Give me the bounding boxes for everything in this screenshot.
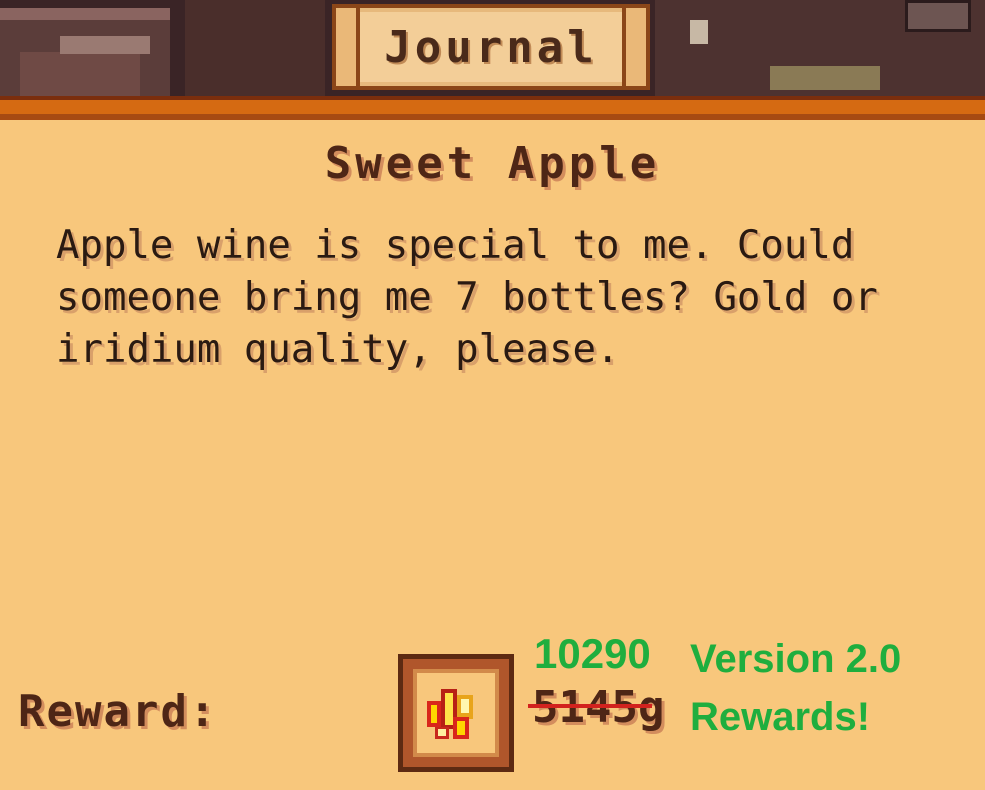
- building-center: [185, 0, 325, 96]
- journal-title-scroll: Journal: [332, 4, 650, 90]
- panel-top-border: [0, 96, 985, 120]
- journal-title: Journal: [384, 22, 598, 73]
- building-wall: [20, 52, 140, 96]
- quest-title: Sweet Apple: [324, 138, 661, 189]
- notice-paper: [690, 20, 708, 44]
- shop-sign: [770, 66, 880, 90]
- version-annotation-line1: Version 2.0: [690, 637, 902, 681]
- wall-clock: [905, 0, 971, 32]
- version-annotation: Version 2.0 Rewards!: [690, 630, 980, 746]
- reward-item-slot[interactable]: [398, 654, 514, 772]
- version-annotation-line2: Rewards!: [690, 695, 871, 739]
- gold-coins-icon: [427, 689, 473, 739]
- new-reward-amount: 10290: [534, 630, 651, 677]
- reward-label: Reward:: [18, 686, 218, 737]
- reward-slot-inner: [413, 669, 499, 757]
- roof-left: [0, 8, 170, 20]
- quest-description: Apple wine is special to me. Could someo…: [56, 223, 878, 372]
- strikethrough-line: [528, 704, 652, 708]
- roof-shape: [60, 36, 150, 54]
